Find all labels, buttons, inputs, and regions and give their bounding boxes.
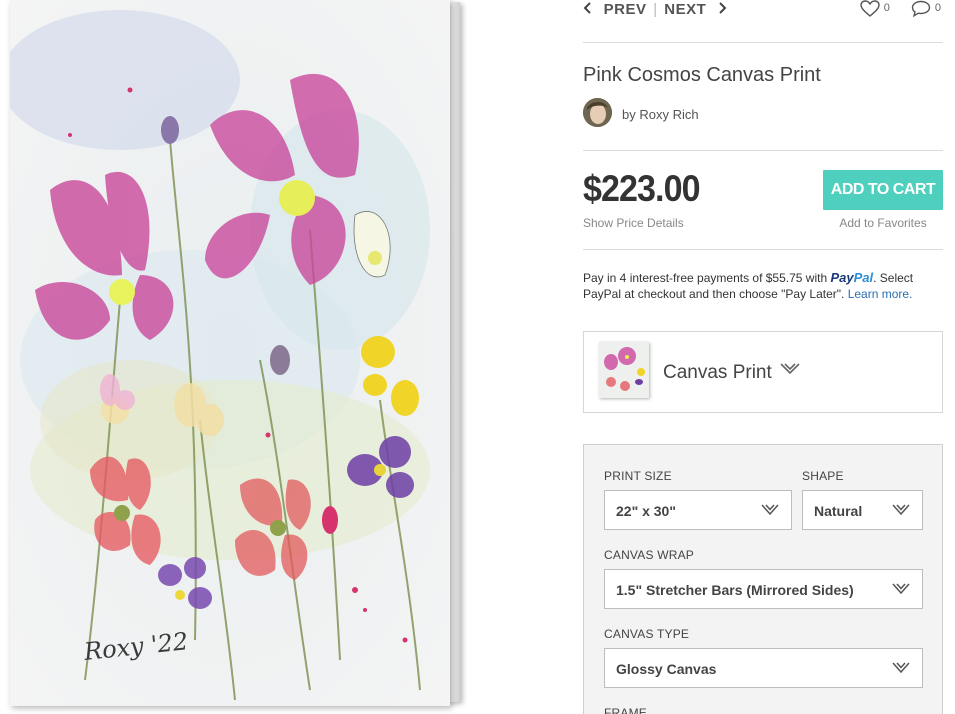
paypal-logo-pay: Pay [830,270,854,285]
canvas-type-value: Glossy Canvas [616,661,717,677]
canvas-wrap-label: CANVAS WRAP [604,548,694,562]
nav-divider: | [653,0,658,18]
learn-more-link[interactable]: Learn more. [848,287,913,301]
chevron-down-icon [892,582,910,601]
product-type-label: Canvas Print [663,362,772,383]
canvas-type-select[interactable]: Glossy Canvas [604,648,923,688]
canvas-wrap-select[interactable]: 1.5" Stretcher Bars (Mirrored Sides) [604,569,923,609]
divider [583,150,943,151]
chevron-down-icon [892,661,910,680]
chevron-down-icon[interactable] [779,362,801,381]
divider [583,249,943,250]
comments-count: 0 [934,2,941,14]
chevron-left-icon[interactable] [583,1,593,18]
next-link[interactable]: NEXT [664,1,706,18]
paypal-logo: PayPal [830,270,873,285]
paypal-logo-pal: Pal [853,270,874,285]
canvas-wrap-value: 1.5" Stretcher Bars (Mirrored Sides) [616,582,854,598]
price: $223.00 [583,168,701,209]
paypal-text-before: Pay in 4 interest-free payments of $55.7… [583,271,831,285]
comment-button[interactable]: 0 [911,0,941,18]
shape-select[interactable]: Natural [802,490,923,530]
frame-label: FRAME [604,706,647,714]
print-size-select[interactable]: 22" x 30" [604,490,792,530]
chevron-down-icon [761,503,779,522]
chevron-right-icon[interactable] [717,1,727,18]
divider [583,42,943,43]
likes-count: 0 [883,2,890,14]
comment-bubble-icon [911,0,931,18]
shape-label: SHAPE [802,469,844,483]
shape-value: Natural [814,503,863,519]
paypal-message: Pay in 4 interest-free payments of $55.7… [583,270,943,302]
canvas-painting: Roxy '22 [10,0,450,706]
watercolor-painting: Roxy '22 [10,0,450,706]
artist-name-link[interactable]: by Roxy Rich [622,107,699,122]
prev-link[interactable]: PREV [604,1,647,18]
add-to-favorites-link[interactable]: Add to Favorites [823,216,943,230]
prev-next-nav: PREV | NEXT [583,0,727,18]
chevron-down-icon [892,503,910,522]
like-button[interactable]: 0 [859,0,890,17]
product-thumbnail [599,342,649,398]
avatar[interactable] [583,98,612,127]
show-price-details-link[interactable]: Show Price Details [583,216,684,230]
social-counts: 0 0 [842,0,941,18]
add-to-cart-button[interactable]: ADD TO CART [823,170,943,210]
product-title: Pink Cosmos Canvas Print [583,64,821,86]
canvas-type-label: CANVAS TYPE [604,627,690,641]
product-type-selector[interactable]: Canvas Print [583,331,943,413]
print-size-value: 22" x 30" [616,503,676,519]
nav-row: PREV | NEXT 0 0 [583,0,943,22]
heart-icon [859,0,880,17]
print-size-label: PRINT SIZE [604,469,672,483]
options-panel: PRINT SIZE 22" x 30" SHAPE Natural CANVA… [583,444,943,714]
artwork-image[interactable]: Roxy '22 [10,0,460,714]
